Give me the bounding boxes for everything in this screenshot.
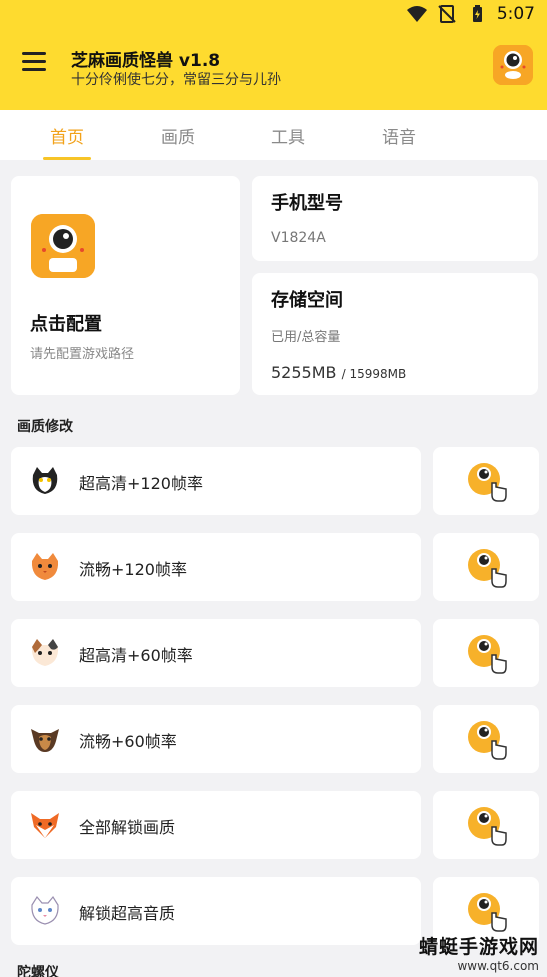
- black-white-cat-icon: [32, 467, 58, 494]
- config-card[interactable]: 点击配置 请先配置游戏路径: [11, 176, 240, 395]
- tab-quality[interactable]: 画质: [130, 110, 226, 160]
- quality-option-row[interactable]: 流畅+60帧率: [11, 705, 421, 773]
- apply-button[interactable]: [433, 705, 539, 773]
- quality-option-label: 超高清+120帧率: [79, 474, 203, 493]
- quality-option-label: 超高清+60帧率: [79, 646, 193, 665]
- menu-button[interactable]: [22, 52, 46, 74]
- monster-tap-icon: [468, 893, 507, 932]
- orange-cat-icon: [31, 553, 59, 580]
- quality-option-row[interactable]: 解锁超高音质: [11, 877, 421, 945]
- quality-option-label: 全部解锁画质: [79, 818, 176, 837]
- app-avatar-button[interactable]: [493, 45, 533, 85]
- quality-option-row[interactable]: 全部解锁画质: [11, 791, 421, 859]
- monster-tap-icon: [468, 721, 507, 760]
- monster-tap-icon: [468, 807, 507, 846]
- config-title: 点击配置: [30, 314, 102, 335]
- section-quality-title: 画质修改: [17, 419, 73, 435]
- tab-bar: 首页 画质 工具 语音: [0, 110, 547, 160]
- watermark-url: www.qt6.com: [457, 959, 539, 973]
- config-subtitle: 请先配置游戏路径: [30, 347, 135, 362]
- status-time: 5:07: [496, 4, 535, 24]
- quality-option-row[interactable]: 超高清+120帧率: [11, 447, 421, 515]
- quality-option-row[interactable]: 超高清+60帧率: [11, 619, 421, 687]
- storage-label: 已用/总容量: [271, 330, 341, 345]
- section-gyro-title: 陀螺仪: [17, 965, 59, 977]
- storage-used: 5255MB: [271, 363, 337, 382]
- no-sim-icon: [438, 5, 456, 23]
- storage-total: / 15998MB: [341, 367, 407, 381]
- wifi-icon: [406, 6, 427, 22]
- monster-logo-icon: [31, 214, 95, 278]
- battery-charging-icon: [472, 5, 482, 22]
- monster-logo-icon: [493, 45, 533, 85]
- apply-button[interactable]: [433, 533, 539, 601]
- status-bar: 5:07: [406, 0, 535, 28]
- hamburger-icon-line: [22, 60, 46, 63]
- site-watermark: 蜻蜓手游戏网 www.qt6.com: [419, 932, 539, 973]
- phone-model-title: 手机型号: [271, 193, 343, 214]
- phone-model-card: 手机型号 V1824A: [252, 176, 538, 261]
- watermark-main: 蜻蜓手游戏网: [418, 936, 539, 958]
- tab-voice[interactable]: 语音: [351, 110, 447, 160]
- app-title: 芝麻画质怪兽 v1.8: [71, 51, 221, 71]
- monster-tap-icon: [468, 635, 507, 674]
- hamburger-icon-line: [22, 68, 46, 71]
- app-subtitle: 十分伶俐使七分，常留三分与儿孙: [71, 72, 281, 88]
- monster-tap-icon: [468, 463, 507, 502]
- quality-option-label: 流畅+120帧率: [79, 560, 187, 579]
- fox-icon: [31, 813, 59, 838]
- storage-title: 存储空间: [271, 290, 343, 311]
- quality-option-label: 流畅+60帧率: [79, 732, 177, 751]
- tab-home[interactable]: 首页: [19, 110, 115, 160]
- hamburger-icon-line: [22, 52, 46, 55]
- tab-tools[interactable]: 工具: [240, 110, 336, 160]
- white-cat-icon: [31, 895, 59, 925]
- quality-option-label: 解锁超高音质: [79, 904, 176, 923]
- yorkie-dog-icon: [31, 729, 59, 752]
- calico-cat-icon: [31, 639, 59, 666]
- apply-button[interactable]: [433, 447, 539, 515]
- apply-button[interactable]: [433, 791, 539, 859]
- apply-button[interactable]: [433, 619, 539, 687]
- storage-card: 存储空间 已用/总容量 5255MB / 15998MB: [252, 273, 538, 395]
- quality-option-row[interactable]: 流畅+120帧率: [11, 533, 421, 601]
- phone-model-value: V1824A: [271, 230, 326, 246]
- monster-tap-icon: [468, 549, 507, 588]
- app-bar: 5:07 芝麻画质怪兽 v1.8 十分伶俐使七分，常留三分与儿孙: [0, 0, 547, 110]
- storage-value: 5255MB / 15998MB: [271, 363, 406, 382]
